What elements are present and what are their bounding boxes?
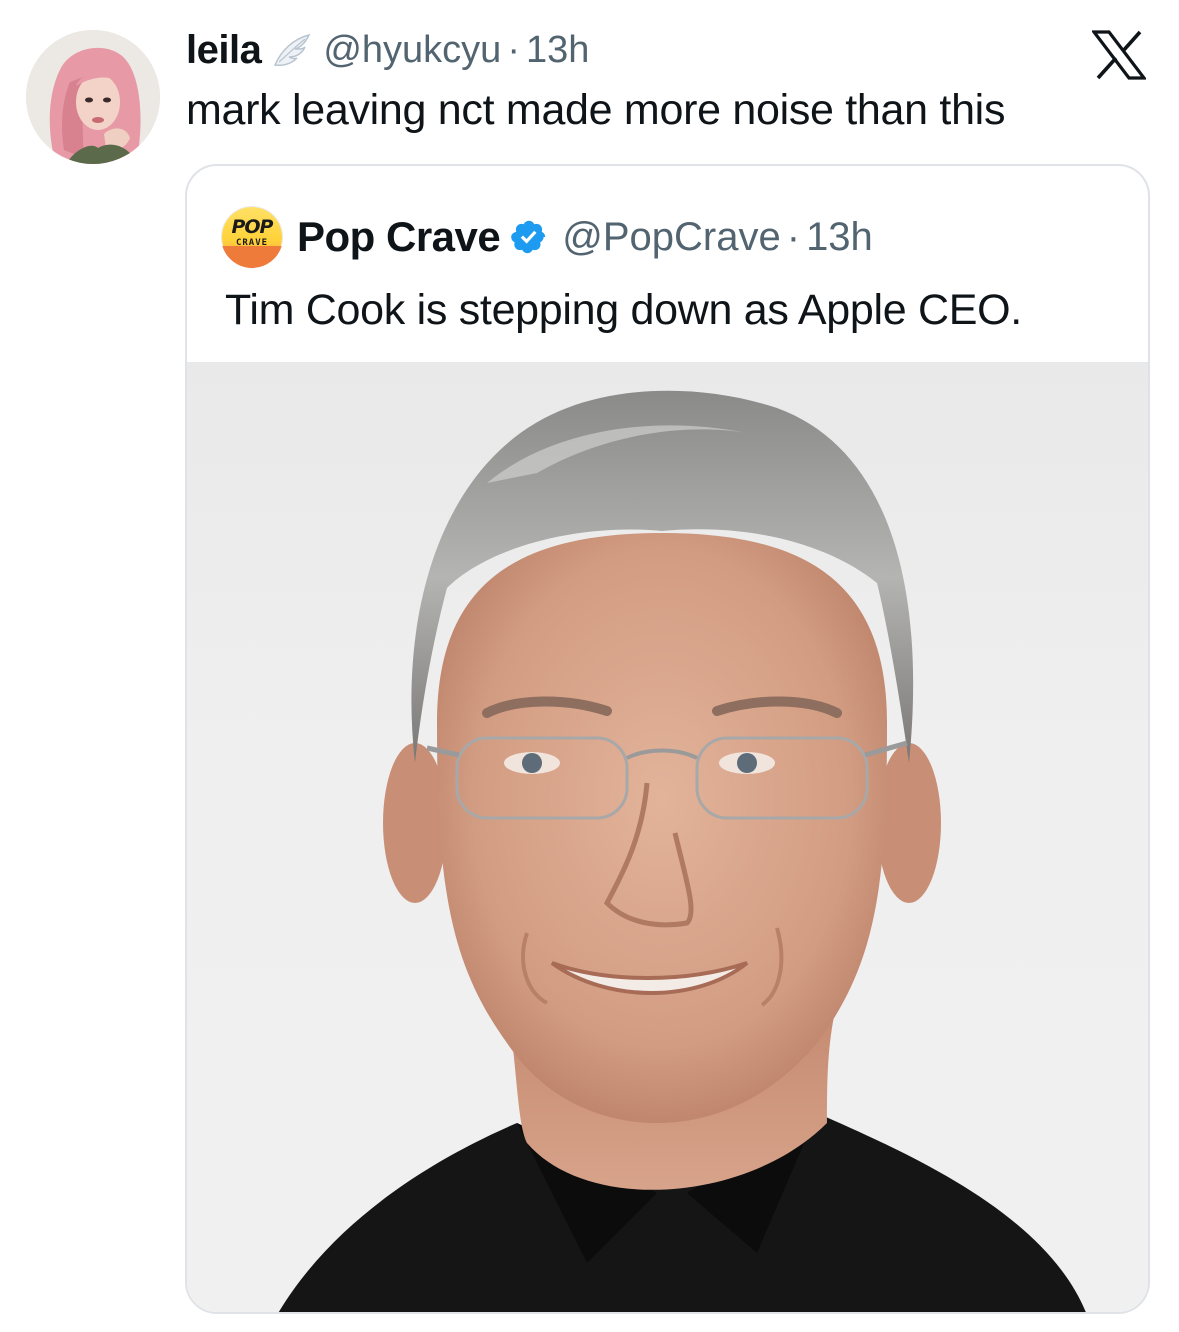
author-name[interactable]: leila	[186, 28, 262, 73]
author-handle[interactable]: @hyukcyu	[323, 29, 501, 72]
author-avatar[interactable]	[26, 30, 160, 164]
quoted-meta-separator: ·	[786, 214, 801, 259]
x-logo-icon[interactable]	[1092, 30, 1146, 80]
quoted-tweet-photo[interactable]	[187, 362, 1148, 1312]
avatar-portrait	[26, 30, 160, 164]
tweet-header: leila @hyukcyu · 13h	[186, 28, 589, 73]
quoted-tweet-card[interactable]: POP CRAVE Pop Crave @PopCrave · 13h Tim …	[185, 164, 1150, 1314]
popcrave-avatar[interactable]: POP CRAVE	[221, 206, 283, 268]
quoted-tweet-text: Tim Cook is stepping down as Apple CEO.	[225, 286, 1022, 334]
meta-separator: ·	[507, 29, 520, 71]
popcrave-logo-text-top: POP	[231, 216, 273, 238]
portrait-photo	[278, 390, 1086, 1312]
tweet-time[interactable]: 13h	[526, 29, 589, 72]
quoted-tweet-header: POP CRAVE Pop Crave @PopCrave · 13h	[221, 206, 873, 268]
angel-wing-icon	[274, 33, 311, 66]
verified-badge-icon	[511, 220, 546, 254]
tweet-text: mark leaving nct made more noise than th…	[186, 86, 1006, 134]
quoted-author-handle[interactable]: @PopCrave	[562, 215, 780, 260]
quoted-author-name[interactable]: Pop Crave	[297, 213, 501, 261]
quoted-tweet-time[interactable]: 13h	[806, 215, 873, 260]
popcrave-logo-text-bottom: CRAVE	[235, 238, 269, 248]
